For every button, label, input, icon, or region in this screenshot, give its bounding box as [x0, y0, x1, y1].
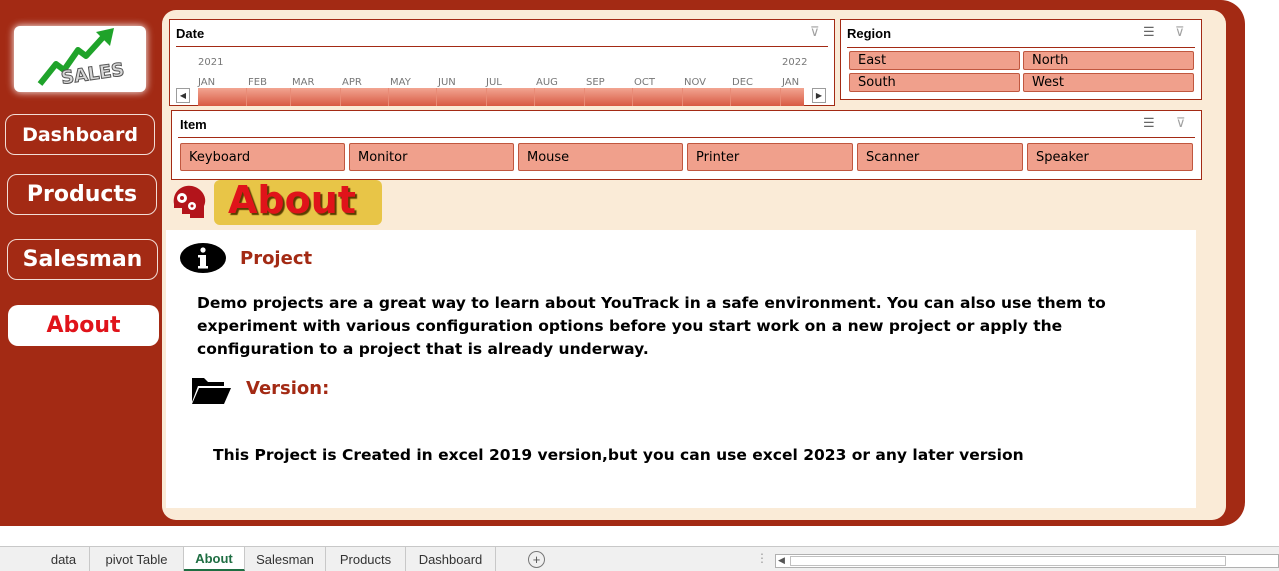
- project-heading: Project: [240, 248, 313, 269]
- sheet-tab-pivot-table[interactable]: pivot Table: [90, 547, 184, 571]
- sheet-tab-bar: data pivot Table About Salesman Products…: [0, 546, 1279, 571]
- month-label: JAN: [782, 77, 800, 88]
- timeline-tick: [340, 88, 341, 106]
- sales-logo: SALES: [14, 26, 146, 92]
- version-heading: Version:: [246, 378, 330, 399]
- sales-arrow-icon: SALES: [37, 28, 126, 89]
- date-slicer-title: Date: [176, 26, 205, 41]
- region-item-north[interactable]: North: [1023, 51, 1194, 70]
- timeline-tick: [632, 88, 633, 106]
- head-gears-icon: [173, 185, 206, 218]
- timeline-tick: [584, 88, 585, 106]
- timeline-tick: [290, 88, 291, 106]
- region-item-west[interactable]: West: [1023, 73, 1194, 92]
- scroll-left-icon[interactable]: ◀: [778, 555, 785, 566]
- slicer-divider: [178, 137, 1195, 138]
- item-printer[interactable]: Printer: [687, 143, 853, 171]
- item-mouse[interactable]: Mouse: [518, 143, 683, 171]
- timeline-scroll-left-button[interactable]: ◀: [176, 88, 190, 103]
- clear-filter-icon[interactable]: ⊽: [1175, 24, 1185, 40]
- item-monitor[interactable]: Monitor: [349, 143, 514, 171]
- month-label: MAR: [292, 77, 315, 88]
- about-content-card: [166, 230, 1196, 508]
- timeline-tick: [534, 88, 535, 106]
- month-label: JUN: [438, 77, 456, 88]
- item-slicer-title: Item: [180, 117, 207, 132]
- timeline-tick: [436, 88, 437, 106]
- version-description: This Project is Created in excel 2019 ve…: [213, 446, 1024, 464]
- nav-salesman-button[interactable]: Salesman: [7, 239, 158, 280]
- timeline-scroll-right-button[interactable]: ▶: [812, 88, 826, 103]
- year-label-start: 2021: [198, 57, 224, 68]
- timeline-selection-bar[interactable]: [198, 88, 804, 106]
- timeline-tick: [780, 88, 781, 106]
- timeline-tick: [682, 88, 683, 106]
- splitter-handle-icon[interactable]: ⋮: [756, 551, 768, 565]
- timeline-tick: [246, 88, 247, 106]
- horizontal-scrollbar[interactable]: ◀: [775, 554, 1279, 568]
- sheet-tab-dashboard[interactable]: Dashboard: [406, 547, 496, 571]
- month-label: JAN: [198, 77, 216, 88]
- nav-products-button[interactable]: Products: [7, 174, 157, 215]
- sheet-tab-data[interactable]: data: [38, 547, 90, 571]
- month-label: DEC: [732, 77, 754, 88]
- region-slicer: Region ☰ ⊽ East North South West: [840, 19, 1202, 100]
- page-title: About: [228, 178, 356, 222]
- item-slicer: Item ☰ ⊽ Keyboard Monitor Mouse Printer …: [171, 110, 1202, 180]
- clear-filter-icon[interactable]: ⊽: [1176, 115, 1186, 131]
- region-slicer-title: Region: [847, 26, 892, 41]
- month-label: MAY: [390, 77, 411, 88]
- month-label: FEB: [248, 77, 267, 88]
- timeline-tick: [388, 88, 389, 106]
- month-label: AUG: [536, 77, 558, 88]
- region-item-south[interactable]: South: [849, 73, 1020, 92]
- project-description: Demo projects are a great way to learn a…: [197, 294, 1106, 358]
- timeline-tick: [486, 88, 487, 106]
- month-label: OCT: [634, 77, 655, 88]
- year-label-end: 2022: [782, 57, 808, 68]
- slicer-divider: [176, 46, 828, 47]
- month-label: NOV: [684, 77, 707, 88]
- multi-select-icon[interactable]: ☰: [1143, 24, 1155, 40]
- slicer-divider: [847, 47, 1195, 48]
- item-scanner[interactable]: Scanner: [857, 143, 1023, 171]
- item-speaker[interactable]: Speaker: [1027, 143, 1193, 171]
- folder-open-icon: [192, 378, 231, 404]
- sheet-tab-salesman[interactable]: Salesman: [245, 547, 326, 571]
- multi-select-icon[interactable]: ☰: [1143, 115, 1155, 131]
- scrollbar-thumb[interactable]: [790, 556, 1226, 566]
- month-label: APR: [342, 77, 362, 88]
- date-timeline-slicer: Date ⊽ 2021 2022 JAN FEB MAR APR MAY JUN…: [169, 19, 835, 106]
- month-label: JUL: [486, 77, 502, 88]
- sheet-tab-products[interactable]: Products: [326, 547, 406, 571]
- info-icon: [180, 243, 226, 273]
- clear-filter-icon[interactable]: ⊽: [810, 24, 820, 40]
- month-label: SEP: [586, 77, 605, 88]
- item-keyboard[interactable]: Keyboard: [180, 143, 345, 171]
- timeline-tick: [730, 88, 731, 106]
- nav-about-button[interactable]: About: [8, 305, 159, 346]
- region-item-east[interactable]: East: [849, 51, 1020, 70]
- nav-dashboard-button[interactable]: Dashboard: [5, 114, 155, 155]
- sheet-tab-about[interactable]: About: [184, 547, 245, 571]
- add-sheet-icon[interactable]: +: [528, 551, 545, 568]
